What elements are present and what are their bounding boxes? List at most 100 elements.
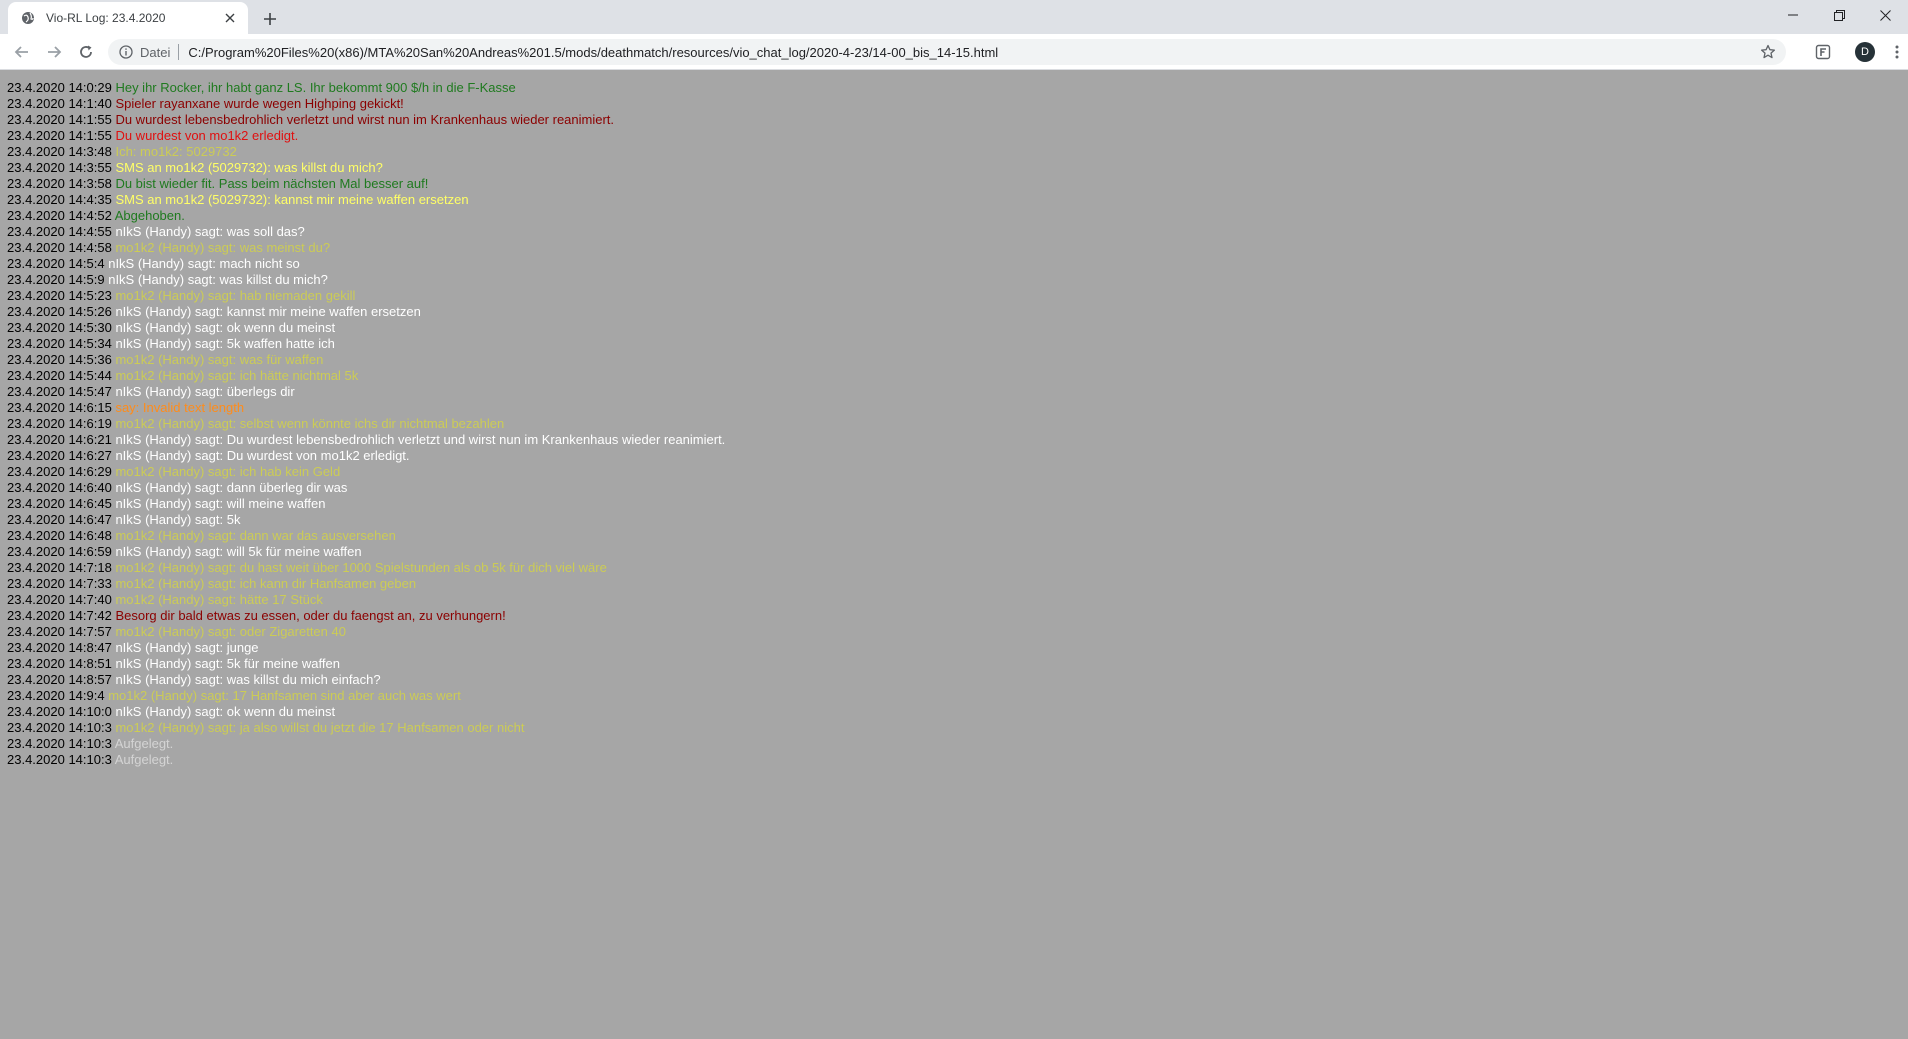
log-timestamp: 23.4.2020 14:3:48 (7, 144, 112, 159)
log-message: nIkS (Handy) sagt: 5k für meine waffen (115, 656, 340, 671)
log-line: 23.4.2020 14:4:52 Abgehoben. (7, 208, 725, 224)
log-timestamp: 23.4.2020 14:8:51 (7, 656, 112, 671)
log-timestamp: 23.4.2020 14:6:21 (7, 432, 112, 447)
log-line: 23.4.2020 14:7:40 mo1k2 (Handy) sagt: hä… (7, 592, 725, 608)
log-message: nIkS (Handy) sagt: junge (115, 640, 259, 655)
log-timestamp: 23.4.2020 14:7:18 (7, 560, 112, 575)
log-timestamp: 23.4.2020 14:3:58 (7, 176, 112, 191)
log-timestamp: 23.4.2020 14:6:59 (7, 544, 112, 559)
log-timestamp: 23.4.2020 14:7:33 (7, 576, 112, 591)
log-timestamp: 23.4.2020 14:6:15 (7, 400, 112, 415)
log-timestamp: 23.4.2020 14:5:34 (7, 336, 112, 351)
log-timestamp: 23.4.2020 14:5:4 (7, 256, 105, 271)
log-timestamp: 23.4.2020 14:5:47 (7, 384, 112, 399)
log-message: nIkS (Handy) sagt: mach nicht so (108, 256, 300, 271)
log-timestamp: 23.4.2020 14:8:57 (7, 672, 112, 687)
close-tab-icon[interactable] (222, 10, 238, 26)
log-line: 23.4.2020 14:5:34 nIkS (Handy) sagt: 5k … (7, 336, 725, 352)
log-timestamp: 23.4.2020 14:1:55 (7, 112, 112, 127)
star-icon[interactable] (1760, 44, 1776, 60)
log-message: nIkS (Handy) sagt: ok wenn du meinst (115, 704, 336, 719)
minimize-button[interactable] (1770, 0, 1816, 30)
log-timestamp: 23.4.2020 14:7:42 (7, 608, 112, 623)
log-message: nIkS (Handy) sagt: was soll das? (115, 224, 305, 239)
log-message: mo1k2 (Handy) sagt: hab niemaden gekill (115, 288, 356, 303)
log-message: mo1k2 (Handy) sagt: ich hab kein Geld (115, 464, 341, 479)
log-message: Spieler rayanxane wurde wegen Highping g… (115, 96, 404, 111)
log-line: 23.4.2020 14:1:55 Du wurdest lebensbedro… (7, 112, 725, 128)
page-content: 23.4.2020 14:0:29 Hey ihr Rocker, ihr ha… (0, 71, 1908, 1039)
log-line: 23.4.2020 14:0:29 Hey ihr Rocker, ihr ha… (7, 80, 725, 96)
restore-button[interactable] (1816, 0, 1862, 30)
log-line: 23.4.2020 14:3:48 Ich: mo1k2: 5029732 (7, 144, 725, 160)
address-bar[interactable]: Datei C:/Program%20Files%20(x86)/MTA%20S… (108, 39, 1786, 65)
log-timestamp: 23.4.2020 14:4:35 (7, 192, 112, 207)
log-line: 23.4.2020 14:10:0 nIkS (Handy) sagt: ok … (7, 704, 725, 720)
url-divider (178, 44, 180, 60)
log-timestamp: 23.4.2020 14:6:19 (7, 416, 112, 431)
log-line: 23.4.2020 14:7:42 Besorg dir bald etwas … (7, 608, 725, 624)
log-timestamp: 23.4.2020 14:10:3 (7, 720, 112, 735)
log-timestamp: 23.4.2020 14:6:29 (7, 464, 112, 479)
log-timestamp: 23.4.2020 14:5:44 (7, 368, 112, 383)
log-timestamp: 23.4.2020 14:6:27 (7, 448, 112, 463)
log-line: 23.4.2020 14:6:45 nIkS (Handy) sagt: wil… (7, 496, 725, 512)
log-line: 23.4.2020 14:10:3 Aufgelegt. (7, 752, 725, 768)
log-message: Du wurdest lebensbedrohlich verletzt und… (115, 112, 615, 127)
log-message: nIkS (Handy) sagt: was killst du mich ei… (115, 672, 381, 687)
log-message: nIkS (Handy) sagt: Du wurdest von mo1k2 … (115, 448, 410, 463)
log-message: nIkS (Handy) sagt: will 5k für meine waf… (115, 544, 362, 559)
log-line: 23.4.2020 14:6:47 nIkS (Handy) sagt: 5k (7, 512, 725, 528)
log-timestamp: 23.4.2020 14:5:30 (7, 320, 112, 335)
back-button[interactable] (10, 40, 34, 64)
log-message: nIkS (Handy) sagt: was killst du mich? (108, 272, 328, 287)
log-line: 23.4.2020 14:6:21 nIkS (Handy) sagt: Du … (7, 432, 725, 448)
log-line: 23.4.2020 14:5:44 mo1k2 (Handy) sagt: ic… (7, 368, 725, 384)
log-line: 23.4.2020 14:5:9 nIkS (Handy) sagt: was … (7, 272, 725, 288)
log-line: 23.4.2020 14:7:57 mo1k2 (Handy) sagt: od… (7, 624, 725, 640)
log-message: mo1k2 (Handy) sagt: hätte 17 Stück (115, 592, 323, 607)
log-line: 23.4.2020 14:6:59 nIkS (Handy) sagt: wil… (7, 544, 725, 560)
url-text[interactable]: C:/Program%20Files%20(x86)/MTA%20San%20A… (188, 45, 998, 60)
log-timestamp: 23.4.2020 14:6:47 (7, 512, 112, 527)
scheme-label: Datei (140, 44, 171, 60)
reload-button[interactable] (74, 40, 98, 64)
profile-avatar[interactable]: D (1855, 42, 1875, 62)
log-line: 23.4.2020 14:5:26 nIkS (Handy) sagt: kan… (7, 304, 725, 320)
log-message: mo1k2 (Handy) sagt: ich hätte nichtmal 5… (115, 368, 359, 383)
log-message: nIkS (Handy) sagt: Du wurdest lebensbedr… (115, 432, 726, 447)
log-line: 23.4.2020 14:6:27 nIkS (Handy) sagt: Du … (7, 448, 725, 464)
log-message: Aufgelegt. (114, 752, 174, 767)
log-line: 23.4.2020 14:6:40 nIkS (Handy) sagt: dan… (7, 480, 725, 496)
log-line: 23.4.2020 14:8:51 nIkS (Handy) sagt: 5k … (7, 656, 725, 672)
browser-tab[interactable]: Vio-RL Log: 23.4.2020 (8, 2, 248, 34)
log-message: nIkS (Handy) sagt: dann überleg dir was (115, 480, 348, 495)
log-line: 23.4.2020 14:6:29 mo1k2 (Handy) sagt: ic… (7, 464, 725, 480)
log-timestamp: 23.4.2020 14:3:55 (7, 160, 112, 175)
log-message: nIkS (Handy) sagt: 5k waffen hatte ich (115, 336, 335, 351)
log-message: mo1k2 (Handy) sagt: was für waffen (115, 352, 324, 367)
browser-toolbar: Datei C:/Program%20Files%20(x86)/MTA%20S… (0, 34, 1908, 70)
extension-icon[interactable] (1811, 40, 1835, 64)
log-line: 23.4.2020 14:5:36 mo1k2 (Handy) sagt: wa… (7, 352, 725, 368)
log-message: nIkS (Handy) sagt: kannst mir meine waff… (115, 304, 421, 319)
forward-button[interactable] (42, 40, 66, 64)
kebab-menu-icon[interactable] (1890, 42, 1904, 62)
log-timestamp: 23.4.2020 14:4:52 (7, 208, 112, 223)
log-timestamp: 23.4.2020 14:6:45 (7, 496, 112, 511)
log-timestamp: 23.4.2020 14:6:48 (7, 528, 112, 543)
log-line: 23.4.2020 14:7:33 mo1k2 (Handy) sagt: ic… (7, 576, 725, 592)
log-timestamp: 23.4.2020 14:7:40 (7, 592, 112, 607)
new-tab-button[interactable] (258, 7, 282, 31)
log-line: 23.4.2020 14:10:3 mo1k2 (Handy) sagt: ja… (7, 720, 725, 736)
log-message: nIkS (Handy) sagt: ok wenn du meinst (115, 320, 336, 335)
log-line: 23.4.2020 14:7:18 mo1k2 (Handy) sagt: du… (7, 560, 725, 576)
log-line: 23.4.2020 14:8:57 nIkS (Handy) sagt: was… (7, 672, 725, 688)
log-timestamp: 23.4.2020 14:4:58 (7, 240, 112, 255)
log-line: 23.4.2020 14:10:3 Aufgelegt. (7, 736, 725, 752)
log-message: nIkS (Handy) sagt: will meine waffen (115, 496, 326, 511)
log-timestamp: 23.4.2020 14:5:26 (7, 304, 112, 319)
log-line: 23.4.2020 14:9:4 mo1k2 (Handy) sagt: 17 … (7, 688, 725, 704)
close-window-button[interactable] (1862, 0, 1908, 30)
info-icon[interactable] (118, 44, 134, 60)
